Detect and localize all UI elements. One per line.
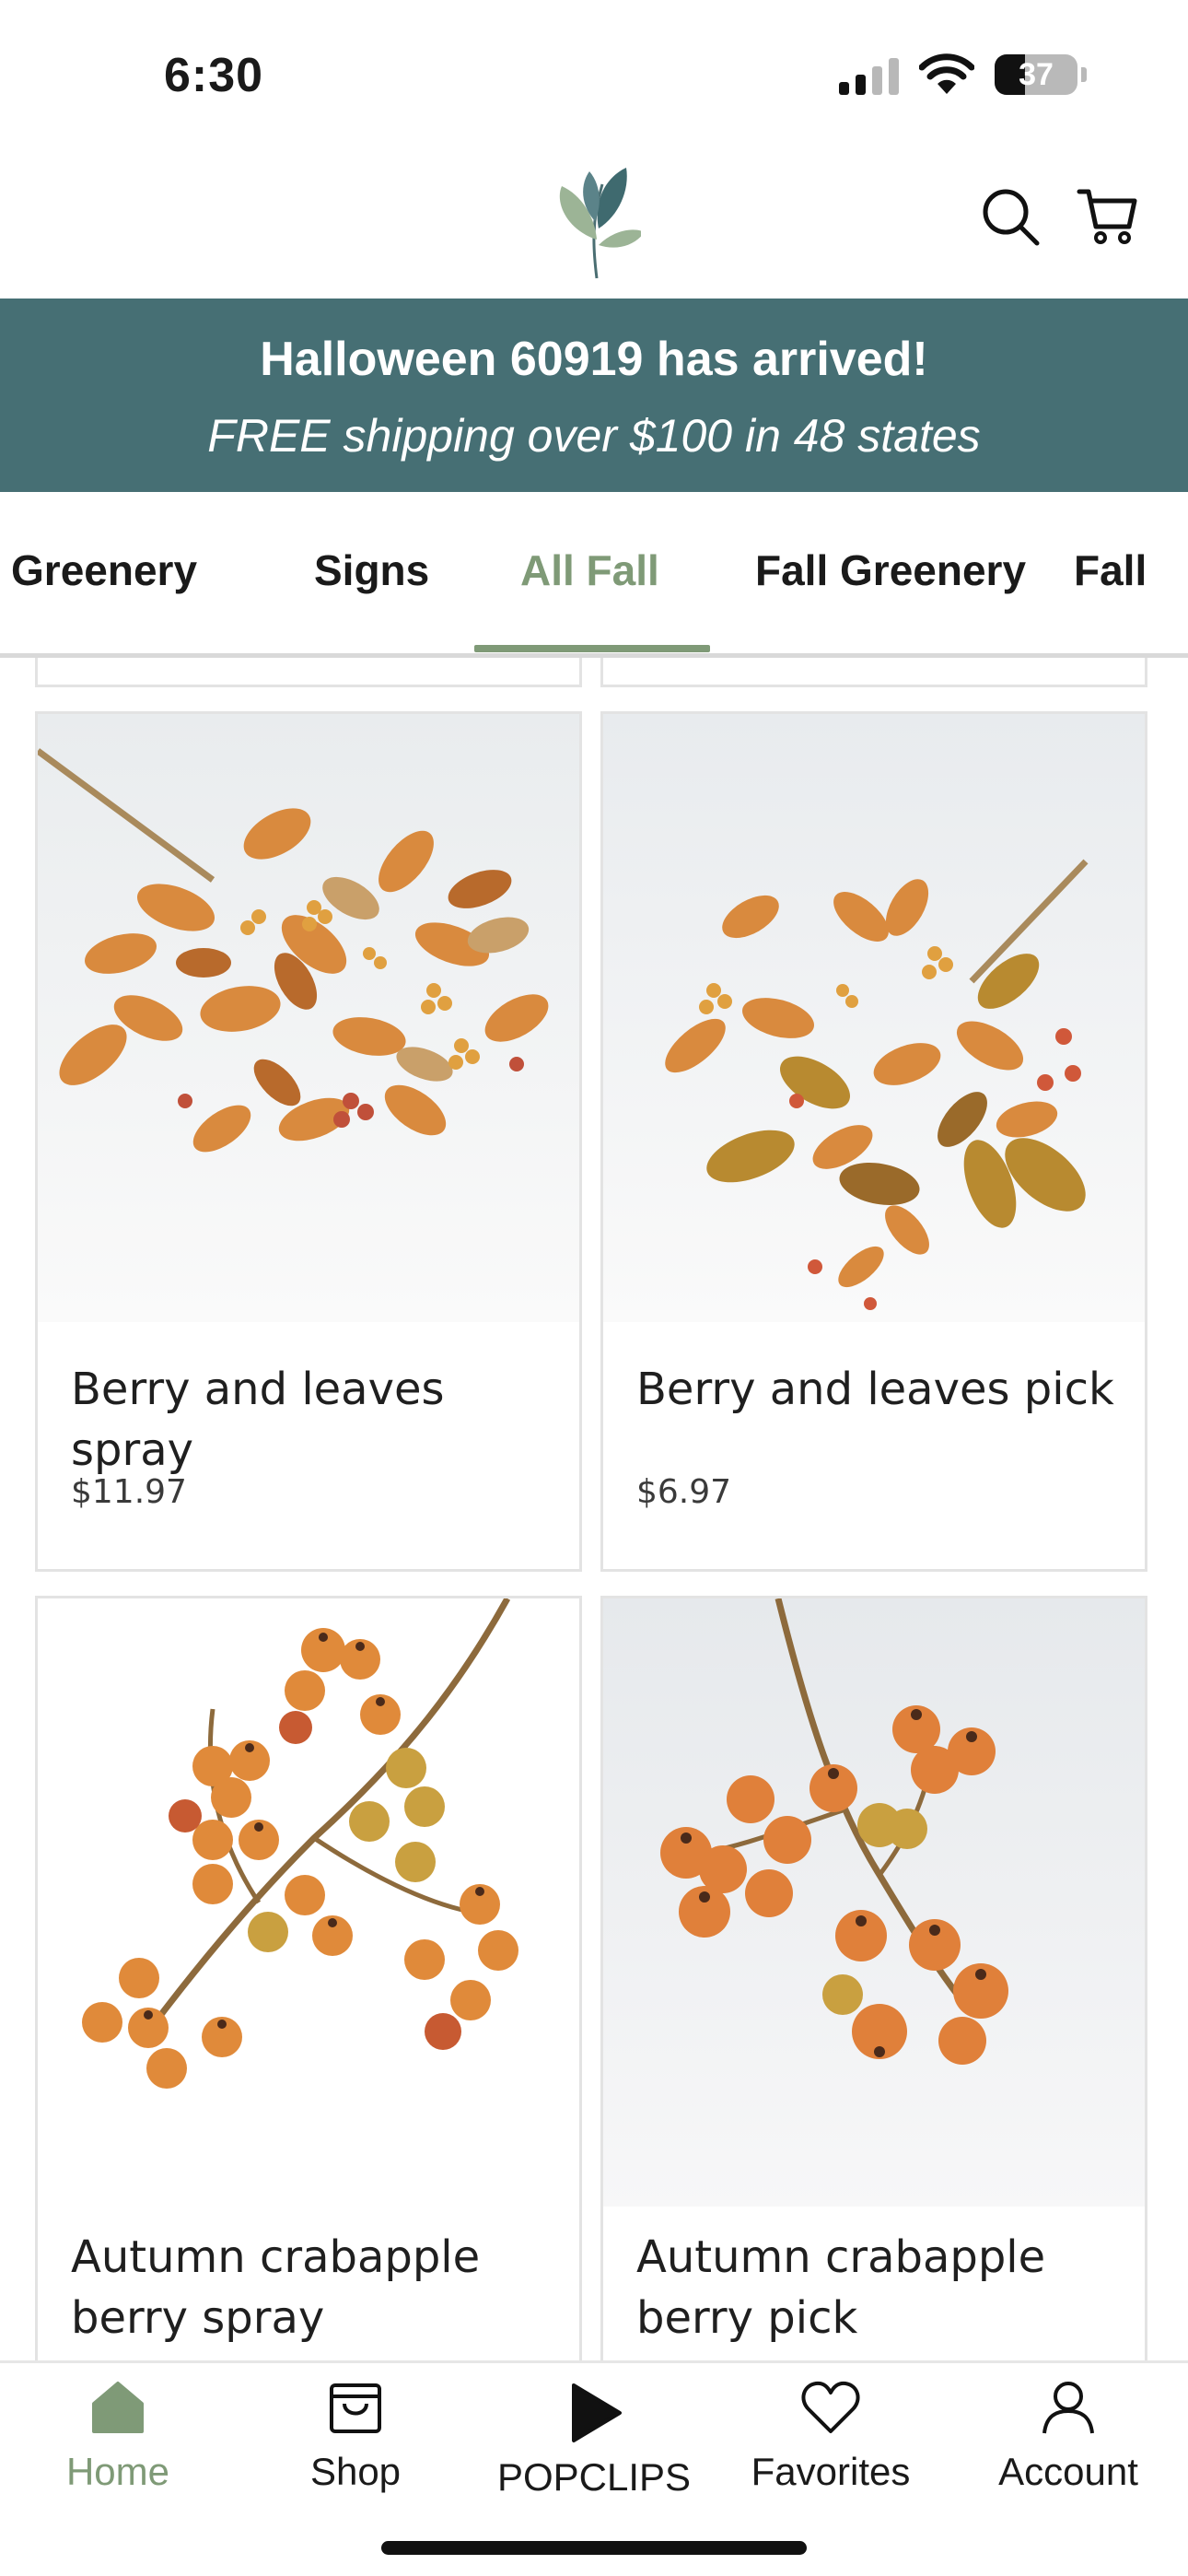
tab-fall-greenery[interactable]: Fall Greenery: [755, 545, 1026, 595]
product-card[interactable]: Berry and leaves spray $11.97: [35, 711, 582, 1572]
shopping-bag-icon: [330, 2383, 381, 2433]
heart-icon: [801, 2381, 860, 2433]
tab-fall[interactable]: Fall: [1074, 545, 1147, 595]
nav-popclips[interactable]: POPCLIPS: [493, 2376, 695, 2500]
battery-level: 37: [1019, 56, 1054, 92]
home-indicator[interactable]: [381, 2541, 807, 2555]
banner-subtitle: FREE shipping over $100 in 48 states: [207, 410, 981, 462]
product-image[interactable]: [38, 714, 579, 1322]
product-card-partial[interactable]: [600, 658, 1147, 687]
active-tab-indicator: [474, 645, 710, 652]
nav-shop-label: Shop: [309, 2450, 402, 2493]
nav-favorites-label: Favorites: [751, 2450, 911, 2493]
search-icon[interactable]: [978, 184, 1042, 249]
product-card-partial[interactable]: [35, 658, 582, 687]
account-icon: [1042, 2382, 1094, 2434]
battery-cap: [1081, 67, 1087, 82]
status-icons: 37: [839, 53, 1087, 96]
product-name[interactable]: Berry and leaves pick: [636, 1359, 1114, 1420]
app-header: [0, 147, 1188, 299]
product-price: $6.97: [636, 1473, 732, 1511]
nav-home-label: Home: [65, 2450, 170, 2493]
status-bar: 6:30 37: [0, 0, 1188, 147]
product-card[interactable]: Autumn crabapple berry pick: [600, 1596, 1147, 2360]
product-name[interactable]: Autumn crabapple berry pick: [636, 2227, 1115, 2348]
tab-fall-greenery-prev[interactable]: Fall Greenery: [0, 545, 197, 595]
cellular-signal-icon: [839, 54, 899, 95]
nav-favorites[interactable]: Favorites: [729, 2376, 932, 2494]
product-image[interactable]: [603, 714, 1145, 1322]
product-card[interactable]: Autumn crabapple berry spray: [35, 1596, 582, 2360]
leaf-logo-icon[interactable]: [549, 157, 641, 286]
product-image[interactable]: [38, 1598, 579, 2207]
product-name[interactable]: Berry and leaves spray: [71, 1359, 579, 1481]
play-icon: [572, 2383, 622, 2442]
product-image[interactable]: [603, 1598, 1145, 2207]
tab-all-fall[interactable]: All Fall: [520, 545, 659, 595]
nav-account[interactable]: Account: [967, 2376, 1170, 2494]
cart-icon[interactable]: [1076, 184, 1140, 249]
product-card[interactable]: Berry and leaves pick $6.97: [600, 711, 1147, 1572]
nav-popclips-label: POPCLIPS: [496, 2455, 692, 2499]
wifi-icon: [919, 53, 974, 94]
product-name[interactable]: Autumn crabapple berry spray: [71, 2227, 550, 2348]
home-icon: [92, 2382, 144, 2433]
product-grid: Berry and leaves spray $11.97 Berry and …: [0, 658, 1188, 2360]
status-time: 6:30: [164, 49, 264, 102]
promo-banner[interactable]: Halloween 60919 has arrived! FREE shippi…: [0, 299, 1188, 492]
nav-shop[interactable]: Shop: [254, 2376, 457, 2494]
tab-signs[interactable]: Signs: [314, 545, 429, 595]
battery-icon: 37: [995, 54, 1077, 95]
nav-account-label: Account: [998, 2450, 1138, 2493]
banner-title: Halloween 60919 has arrived!: [260, 333, 928, 386]
nav-home[interactable]: Home: [17, 2376, 219, 2494]
product-price: $11.97: [71, 1473, 187, 1511]
category-tabs[interactable]: Fall Greenery Signs All Fall Fall Greene…: [0, 492, 1188, 658]
